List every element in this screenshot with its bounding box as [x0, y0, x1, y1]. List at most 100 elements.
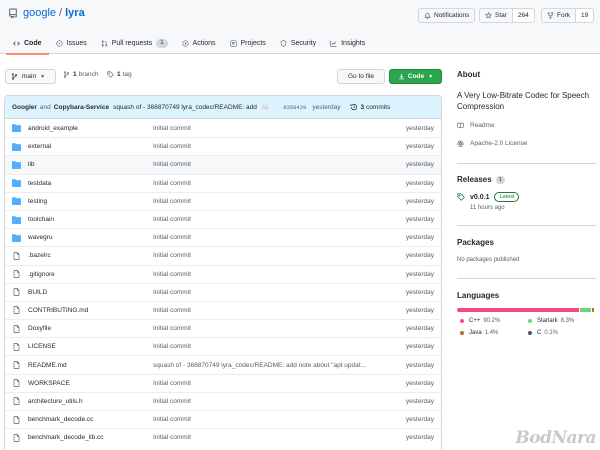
file-commit-message[interactable]: Initial commit	[153, 125, 383, 132]
file-row[interactable]: WORKSPACE Initial commit yesterday	[5, 373, 441, 392]
tab-actions[interactable]: Actions	[175, 33, 223, 54]
file-name-link[interactable]: toolchain	[28, 216, 54, 223]
commit-expand-button[interactable]: ...	[261, 104, 270, 110]
language-item[interactable]: C 0.1%	[528, 330, 596, 336]
go-to-file-button[interactable]: Go to file	[337, 69, 385, 84]
fork-button[interactable]: Fork 19	[541, 8, 595, 23]
language-item[interactable]: C++ 90.2%	[460, 318, 528, 324]
file-commit-date: yesterday	[405, 216, 434, 224]
tab-projects[interactable]: Projects	[223, 33, 273, 54]
file-commit-message[interactable]: Initial commit	[153, 180, 383, 187]
file-commit-message[interactable]: Initial commit	[153, 380, 383, 387]
branch-selector[interactable]: main ▼	[5, 69, 56, 84]
language-item[interactable]: Java 1.4%	[460, 330, 528, 336]
file-row[interactable]: BUILD Initial commit yesterday	[5, 282, 441, 301]
file-row[interactable]: lib Initial commit yesterday	[5, 155, 441, 174]
file-row[interactable]: LICENSE Initial commit yesterday	[5, 337, 441, 355]
file-commit-message[interactable]: Initial commit	[153, 325, 383, 332]
packages-section[interactable]: Packages	[457, 238, 597, 247]
commit-sha[interactable]: 9358429	[283, 104, 306, 111]
releases-section[interactable]: Releases 1	[457, 175, 597, 184]
file-name-link[interactable]: lib	[28, 161, 35, 168]
file-icon	[13, 361, 20, 369]
file-commit-message[interactable]: Initial commit	[153, 434, 383, 441]
tab-insights[interactable]: Insights	[323, 33, 372, 54]
tab-pull-requests[interactable]: Pull requests 1	[94, 33, 175, 54]
file-name-link[interactable]: .bazelrc	[28, 252, 51, 259]
code-download-button[interactable]: Code ▼	[389, 69, 442, 84]
file-commit-message[interactable]: Initial commit	[153, 307, 383, 314]
file-commit-message[interactable]: Initial commit	[153, 198, 383, 205]
tab-code[interactable]: Code	[6, 33, 49, 55]
file-row[interactable]: Doxyfile Initial commit yesterday	[5, 319, 441, 337]
file-name-link[interactable]: wavegru	[28, 234, 53, 241]
language-color-dot	[528, 319, 532, 323]
commits-count: 3	[360, 103, 365, 111]
file-row[interactable]: benchmark_decode_lib.cc Initial commit yes…	[5, 428, 441, 446]
branches-link[interactable]: 1 branch	[63, 71, 99, 78]
file-row[interactable]: benchmark_decode.cc Initial commit yesterd…	[5, 410, 441, 428]
star-button[interactable]: Star 264	[479, 8, 535, 23]
file-name-link[interactable]: testing	[28, 198, 47, 205]
commit-message[interactable]: squash of - 366870749 lyra_codec/README:…	[113, 104, 258, 111]
readme-label: Readme	[470, 122, 495, 129]
file-name-link[interactable]: architecture_utils.h	[28, 398, 83, 405]
language-color-dot	[528, 331, 532, 335]
commit-author[interactable]: Googler	[12, 104, 37, 111]
notifications-button[interactable]: Notifications	[418, 8, 476, 23]
file-commit-message[interactable]: Initial commit	[153, 271, 383, 278]
file-row[interactable]: wavegru Initial commit yesterday	[5, 228, 441, 246]
file-name-link[interactable]: testdata	[28, 180, 51, 187]
file-name-link[interactable]: android_example	[28, 125, 78, 132]
file-commit-message[interactable]: Initial commit	[153, 216, 383, 223]
language-item[interactable]: Starlark 8.3%	[528, 318, 596, 324]
commit-coauthor[interactable]: Copybara-Service	[54, 104, 109, 111]
repo-owner-link[interactable]: google	[23, 7, 56, 19]
file-commit-message[interactable]: Initial commit	[153, 289, 383, 296]
file-name-link[interactable]: .gitignore	[28, 271, 55, 278]
fork-count[interactable]: 19	[575, 9, 594, 22]
tab-issues[interactable]: Issues	[49, 33, 94, 54]
star-count[interactable]: 264	[511, 9, 534, 22]
file-name-link[interactable]: benchmark_decode_lib.cc	[28, 434, 104, 441]
tab-security[interactable]: Security	[273, 33, 323, 54]
release-name[interactable]: v0.0.1	[470, 194, 489, 201]
repo-name-link[interactable]: lyra	[65, 7, 85, 19]
file-row[interactable]: .gitignore Initial commit yesterday	[5, 264, 441, 283]
file-row[interactable]: android_example Initial commit yesterday	[5, 119, 441, 137]
file-name-link[interactable]: Doxyfile	[28, 325, 51, 332]
file-name-link[interactable]: BUILD	[28, 289, 47, 296]
file-commit-message[interactable]: squash of - 366870749 lyra_codec/README:…	[153, 362, 383, 369]
language-name: Java	[469, 330, 482, 336]
file-commit-message[interactable]: Initial commit	[153, 234, 383, 241]
file-commit-message[interactable]: Initial commit	[153, 143, 383, 150]
file-row[interactable]: external Initial commit yesterday	[5, 137, 441, 155]
file-name-link[interactable]: WORKSPACE	[28, 380, 70, 387]
latest-release[interactable]: v0.0.1 Latest 11 hours ago	[457, 192, 520, 211]
file-row[interactable]: architecture_utils.h Initial commit yester…	[5, 391, 441, 410]
file-row[interactable]: testdata Initial commit yesterday	[5, 173, 441, 192]
file-row[interactable]: testing Initial commit yesterday	[5, 191, 441, 210]
file-name-link[interactable]: benchmark_decode.cc	[28, 416, 93, 423]
file-commit-message[interactable]: Initial commit	[153, 343, 383, 350]
commits-link[interactable]: 3 commits	[350, 103, 390, 111]
project-icon	[229, 40, 237, 47]
file-row[interactable]: .bazelrc Initial commit yesterday	[5, 246, 441, 264]
tags-link[interactable]: 1 tag	[107, 71, 132, 78]
file-name-link[interactable]: external	[28, 143, 51, 150]
file-list: Googler and Copybara-Service squash of -…	[4, 95, 442, 450]
file-row[interactable]: README.md squash of - 366870749 lyra_code…	[5, 355, 441, 373]
file-name-link[interactable]: CONTRIBUTING.md	[28, 307, 88, 314]
repo-icon	[9, 8, 17, 18]
file-row[interactable]: CONTRIBUTING.md Initial commit yesterday	[5, 300, 441, 319]
file-commit-message[interactable]: Initial commit	[153, 252, 383, 259]
file-commit-message[interactable]: Initial commit	[153, 161, 383, 168]
file-name-link[interactable]: README.md	[28, 362, 67, 369]
readme-link[interactable]: Readme	[457, 122, 495, 129]
branch-name: main	[22, 73, 37, 80]
file-name-link[interactable]: LICENSE	[28, 343, 56, 350]
file-row[interactable]: toolchain Initial commit yesterday	[5, 209, 441, 228]
file-commit-message[interactable]: Initial commit	[153, 398, 383, 405]
file-commit-message[interactable]: Initial commit	[153, 416, 383, 423]
license-link[interactable]: Apache-2.0 License	[457, 140, 527, 147]
